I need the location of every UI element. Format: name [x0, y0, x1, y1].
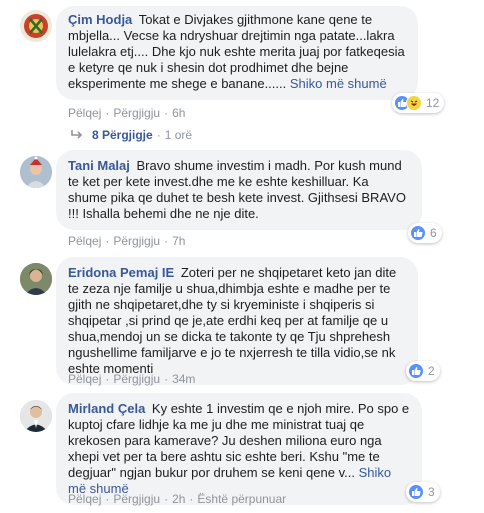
comment-text: Zoteri per ne shqipetaret keto jan dite …: [68, 265, 397, 376]
like-reaction-icon: [408, 484, 424, 500]
comment-time[interactable]: 7h: [172, 234, 185, 248]
like-link[interactable]: Pëlqej: [68, 492, 101, 506]
see-more-link[interactable]: Shiko më shumë: [290, 76, 387, 91]
comment-actions: Pëlqej · Përgjigju · 6h: [68, 106, 186, 120]
comment-time[interactable]: 6h: [172, 106, 185, 120]
comment-bubble: Tani Malaj Bravo shume investim i madh. …: [56, 150, 422, 230]
comment-bubble: Çim Hodja Tokat e Divjakes gjithmone kan…: [56, 6, 418, 100]
avatar[interactable]: [20, 10, 52, 42]
like-link[interactable]: Pëlqej: [68, 372, 101, 386]
reply-link[interactable]: Përgjigju: [113, 106, 160, 120]
comment-author[interactable]: Mirland Çela: [68, 401, 145, 416]
like-reaction-icon: [408, 363, 424, 379]
reaction-count: 2: [428, 364, 435, 378]
reply-link[interactable]: Përgjigju: [113, 234, 160, 248]
avatar[interactable]: [20, 400, 52, 432]
comment-time[interactable]: 2h: [172, 492, 185, 506]
edited-label[interactable]: Është përpunuar: [197, 492, 286, 506]
comment-actions: Pëlqej · Përgjigju · 2h · Është përpunuar: [68, 492, 287, 506]
haha-reaction-icon: [406, 95, 422, 111]
avatar[interactable]: [20, 263, 52, 295]
comment-time[interactable]: 34m: [172, 372, 195, 386]
avatar[interactable]: [20, 156, 52, 188]
view-replies[interactable]: 8 Përgjigje · 1 orë: [70, 128, 192, 142]
comment-actions: Pëlqej · Përgjigju · 34m: [68, 372, 196, 386]
reactions-summary[interactable]: 6: [408, 223, 442, 243]
replies-count[interactable]: 8 Përgjigje: [92, 128, 153, 142]
replies-time: 1 orë: [164, 128, 193, 142]
comment-bubble: Eridona Pemaj IE Zoteri per ne shqipetar…: [56, 257, 418, 385]
comment-author[interactable]: Eridona Pemaj IE: [68, 265, 174, 280]
reply-arrow-icon: [71, 130, 83, 139]
comment-author[interactable]: Tani Malaj: [68, 158, 130, 173]
like-link[interactable]: Pëlqej: [68, 106, 101, 120]
like-link[interactable]: Pëlqej: [68, 234, 101, 248]
comment-actions: Pëlqej · Përgjigju · 7h: [68, 234, 186, 248]
like-reaction-icon: [410, 225, 426, 241]
reply-link[interactable]: Përgjigju: [113, 492, 160, 506]
reaction-count: 3: [428, 485, 435, 499]
comment-author[interactable]: Çim Hodja: [68, 12, 132, 27]
reactions-summary[interactable]: 3: [406, 482, 440, 502]
reaction-count: 6: [430, 226, 437, 240]
reactions-summary[interactable]: 2: [406, 361, 440, 381]
reactions-summary[interactable]: 12: [392, 93, 445, 113]
comment-bubble: Mirland Çela Ky eshte 1 investim qe e nj…: [56, 393, 422, 505]
reaction-count: 12: [426, 96, 440, 110]
reply-link[interactable]: Përgjigju: [113, 372, 160, 386]
